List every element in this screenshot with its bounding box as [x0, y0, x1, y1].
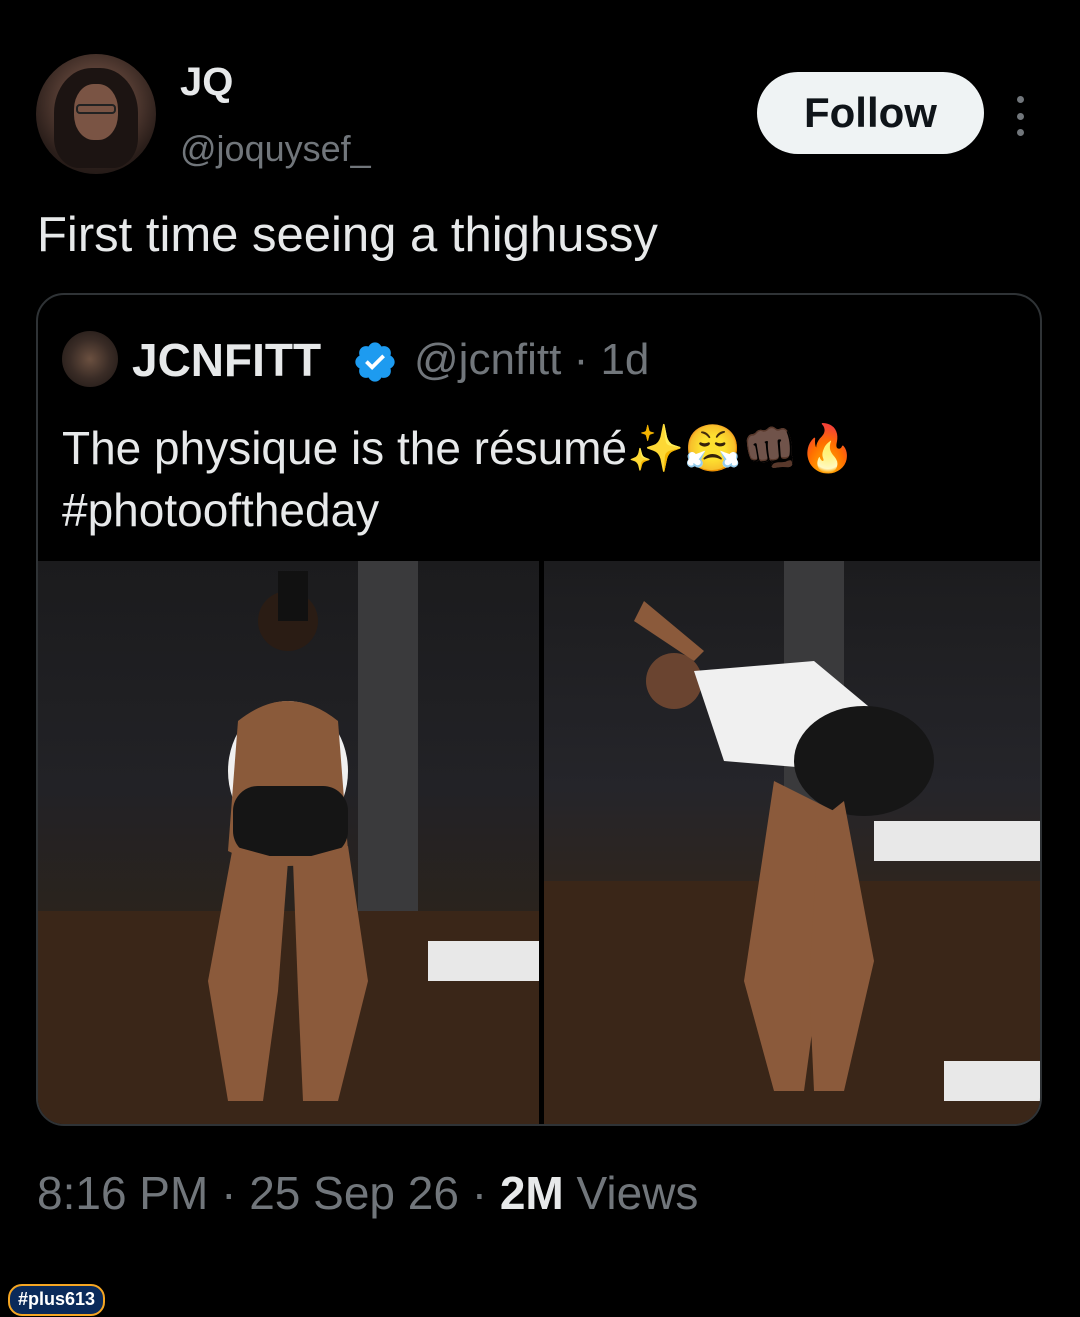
photo-left-scene: [38, 561, 539, 1124]
more-options-icon[interactable]: [1010, 96, 1030, 136]
quoted-text: The physique is the résumé✨😤👊🏿🔥 #photoof…: [62, 422, 857, 536]
author-handle[interactable]: @joquysef_: [180, 128, 371, 170]
time-date[interactable]: 8:16 PM · 25 Sep 26 ·: [37, 1167, 500, 1219]
quoted-handle-time[interactable]: @jcnfitt · 1d: [414, 335, 649, 385]
watermark-badge: #plus613: [8, 1284, 106, 1316]
quoted-avatar[interactable]: [62, 331, 118, 387]
photo-right[interactable]: [544, 561, 1040, 1124]
avatar-glasses: [76, 104, 116, 114]
tweet-meta: 8:16 PM · 25 Sep 26 · 2M Views: [37, 1166, 698, 1220]
photo-left[interactable]: [38, 561, 539, 1124]
tweet-text: First time seeing a thighussy: [37, 208, 658, 262]
quoted-display-name[interactable]: JCNFITT: [132, 333, 321, 387]
photo-right-scene: [544, 561, 1040, 1124]
views-count: 2M: [499, 1167, 564, 1219]
verified-badge-icon: [355, 342, 395, 382]
quoted-tweet[interactable]: JCNFITT @jcnfitt · 1d The physique is th…: [36, 293, 1042, 1126]
author-display-name[interactable]: JQ: [180, 60, 233, 105]
author-avatar[interactable]: [36, 54, 156, 174]
views-label: Views: [563, 1167, 699, 1219]
follow-button[interactable]: Follow: [757, 72, 984, 154]
